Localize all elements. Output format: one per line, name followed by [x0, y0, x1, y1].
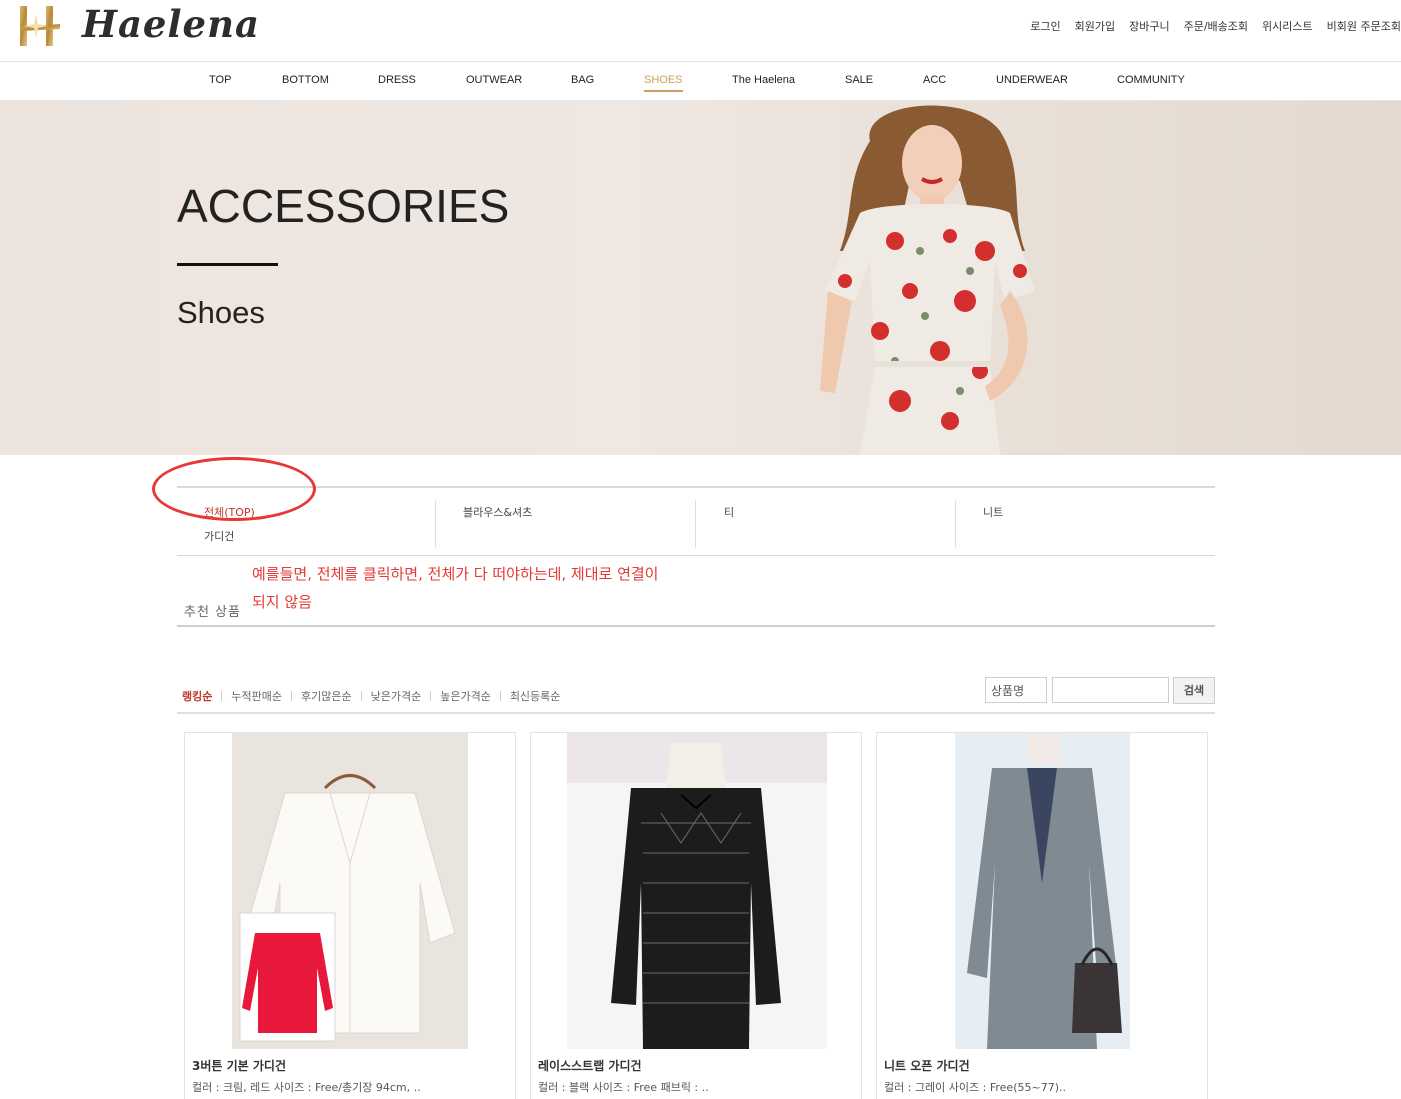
nav-item-bottom[interactable]: BOTTOM — [282, 74, 329, 86]
util-join-link[interactable]: 회원가입 — [1075, 18, 1115, 34]
sort-best-selling[interactable]: 누적판매순 — [231, 688, 282, 704]
util-wishlist-link[interactable]: 위시리스트 — [1262, 18, 1313, 34]
recommend-divider — [177, 625, 1215, 627]
nav-item-the-haelena[interactable]: The Haelena — [732, 74, 795, 86]
subcategory-all[interactable]: 전체(TOP) — [204, 504, 255, 520]
product-image[interactable] — [877, 733, 1207, 1049]
banner-divider — [177, 263, 278, 266]
main-navigation: TOP BOTTOM DRESS OUTWEAR BAG SHOES The H… — [0, 62, 1401, 101]
category-banner: ACCESSORIES Shoes — [0, 101, 1401, 455]
utility-nav: 로그인 회원가입 장바구니 주문/배송조회 위시리스트 비회원 주문조회 — [1030, 18, 1401, 34]
subcategory-blouse-shirts[interactable]: 블라우스&셔츠 — [463, 504, 532, 520]
site-logo[interactable]: Haelena — [16, 2, 259, 50]
sort-divider — [221, 691, 223, 701]
sort-divider — [430, 691, 432, 701]
subcategory-divider — [695, 500, 696, 548]
util-order-link[interactable]: 주문/배송조회 — [1184, 18, 1248, 34]
subcategory-knit[interactable]: 니트 — [983, 504, 1003, 520]
nav-item-bag[interactable]: BAG — [571, 74, 594, 86]
nav-item-sale[interactable]: SALE — [845, 74, 873, 86]
sort-high-price[interactable]: 높은가격순 — [440, 688, 491, 704]
sort-ranking[interactable]: 랭킹순 — [182, 688, 212, 704]
product-description: 컬러 : 크림, 레드 사이즈 : Free/총기장 94cm, .. — [192, 1081, 421, 1094]
site-header: Haelena 로그인 회원가입 장바구니 주문/배송조회 위시리스트 비회원 … — [0, 0, 1401, 62]
nav-item-community[interactable]: COMMUNITY — [1117, 74, 1185, 86]
nav-item-shoes[interactable]: SHOES — [644, 74, 683, 92]
nav-item-top[interactable]: TOP — [209, 74, 231, 86]
sort-low-price[interactable]: 낮은가격순 — [371, 688, 422, 704]
sort-most-reviews[interactable]: 후기많은순 — [301, 688, 352, 704]
nav-item-underwear[interactable]: UNDERWEAR — [996, 74, 1068, 86]
product-name[interactable]: 레이스스트랩 가디건 — [538, 1057, 642, 1074]
search-input[interactable] — [1052, 677, 1169, 703]
product-image[interactable] — [531, 733, 861, 1049]
search-button[interactable]: 검색 — [1173, 677, 1215, 704]
product-image-cardigan-black-lace — [531, 733, 861, 1049]
product-name[interactable]: 3버튼 기본 가디건 — [192, 1057, 286, 1074]
subcategory-divider — [955, 500, 956, 548]
product-name[interactable]: 니트 오픈 가디건 — [884, 1057, 970, 1074]
product-description: 컬러 : 그레이 사이즈 : Free(55~77).. — [884, 1081, 1066, 1094]
product-image-cardigan-cream — [185, 733, 515, 1049]
banner-title: ACCESSORIES — [177, 180, 510, 232]
nav-item-acc[interactable]: ACC — [923, 74, 946, 86]
nav-item-dress[interactable]: DRESS — [378, 74, 416, 86]
sort-divider — [499, 691, 501, 701]
util-login-link[interactable]: 로그인 — [1030, 18, 1060, 34]
subcategory-divider — [435, 500, 436, 548]
sort-newest[interactable]: 최신등록순 — [510, 688, 561, 704]
subcategory-box: 전체(TOP) 블라우스&셔츠 티 니트 가디건 — [177, 486, 1215, 556]
banner-model-image — [820, 105, 1035, 455]
subcategory-cardigan[interactable]: 가디건 — [204, 528, 234, 544]
sort-options: 랭킹순 누적판매순 후기많은순 낮은가격순 높은가격순 최신등록순 — [182, 688, 560, 704]
product-description: 컬러 : 블랙 사이즈 : Free 패브릭 : .. — [538, 1081, 709, 1094]
product-card[interactable]: 3버튼 기본 가디건 컬러 : 크림, 레드 사이즈 : Free/총기장 94… — [184, 732, 516, 1099]
util-guest-order-link[interactable]: 비회원 주문조회 — [1327, 18, 1401, 34]
sort-divider-line — [177, 712, 1215, 714]
subcategory-tee[interactable]: 티 — [724, 504, 734, 520]
product-card[interactable]: 니트 오픈 가디건 컬러 : 그레이 사이즈 : Free(55~77).. — [876, 732, 1208, 1099]
banner-subtitle: Shoes — [177, 295, 265, 330]
logo-text: Haelena — [82, 2, 260, 46]
sort-divider — [360, 691, 362, 701]
annotation-note: 예를들면, 전체를 클릭하면, 전체가 다 떠야하는데, 제대로 연결이 되지 … — [252, 565, 659, 611]
logo-mark-icon — [20, 6, 60, 46]
product-card[interactable]: 레이스스트랩 가디건 컬러 : 블랙 사이즈 : Free 패브릭 : .. — [530, 732, 862, 1099]
product-image[interactable] — [185, 733, 515, 1049]
sort-divider — [290, 691, 292, 701]
util-cart-link[interactable]: 장바구니 — [1129, 18, 1169, 34]
search-field-select[interactable]: 상품명 — [985, 677, 1047, 703]
recommend-title: 추천 상품 — [184, 605, 241, 620]
nav-item-outwear[interactable]: OUTWEAR — [466, 74, 522, 86]
product-image-cardigan-gray — [877, 733, 1207, 1049]
